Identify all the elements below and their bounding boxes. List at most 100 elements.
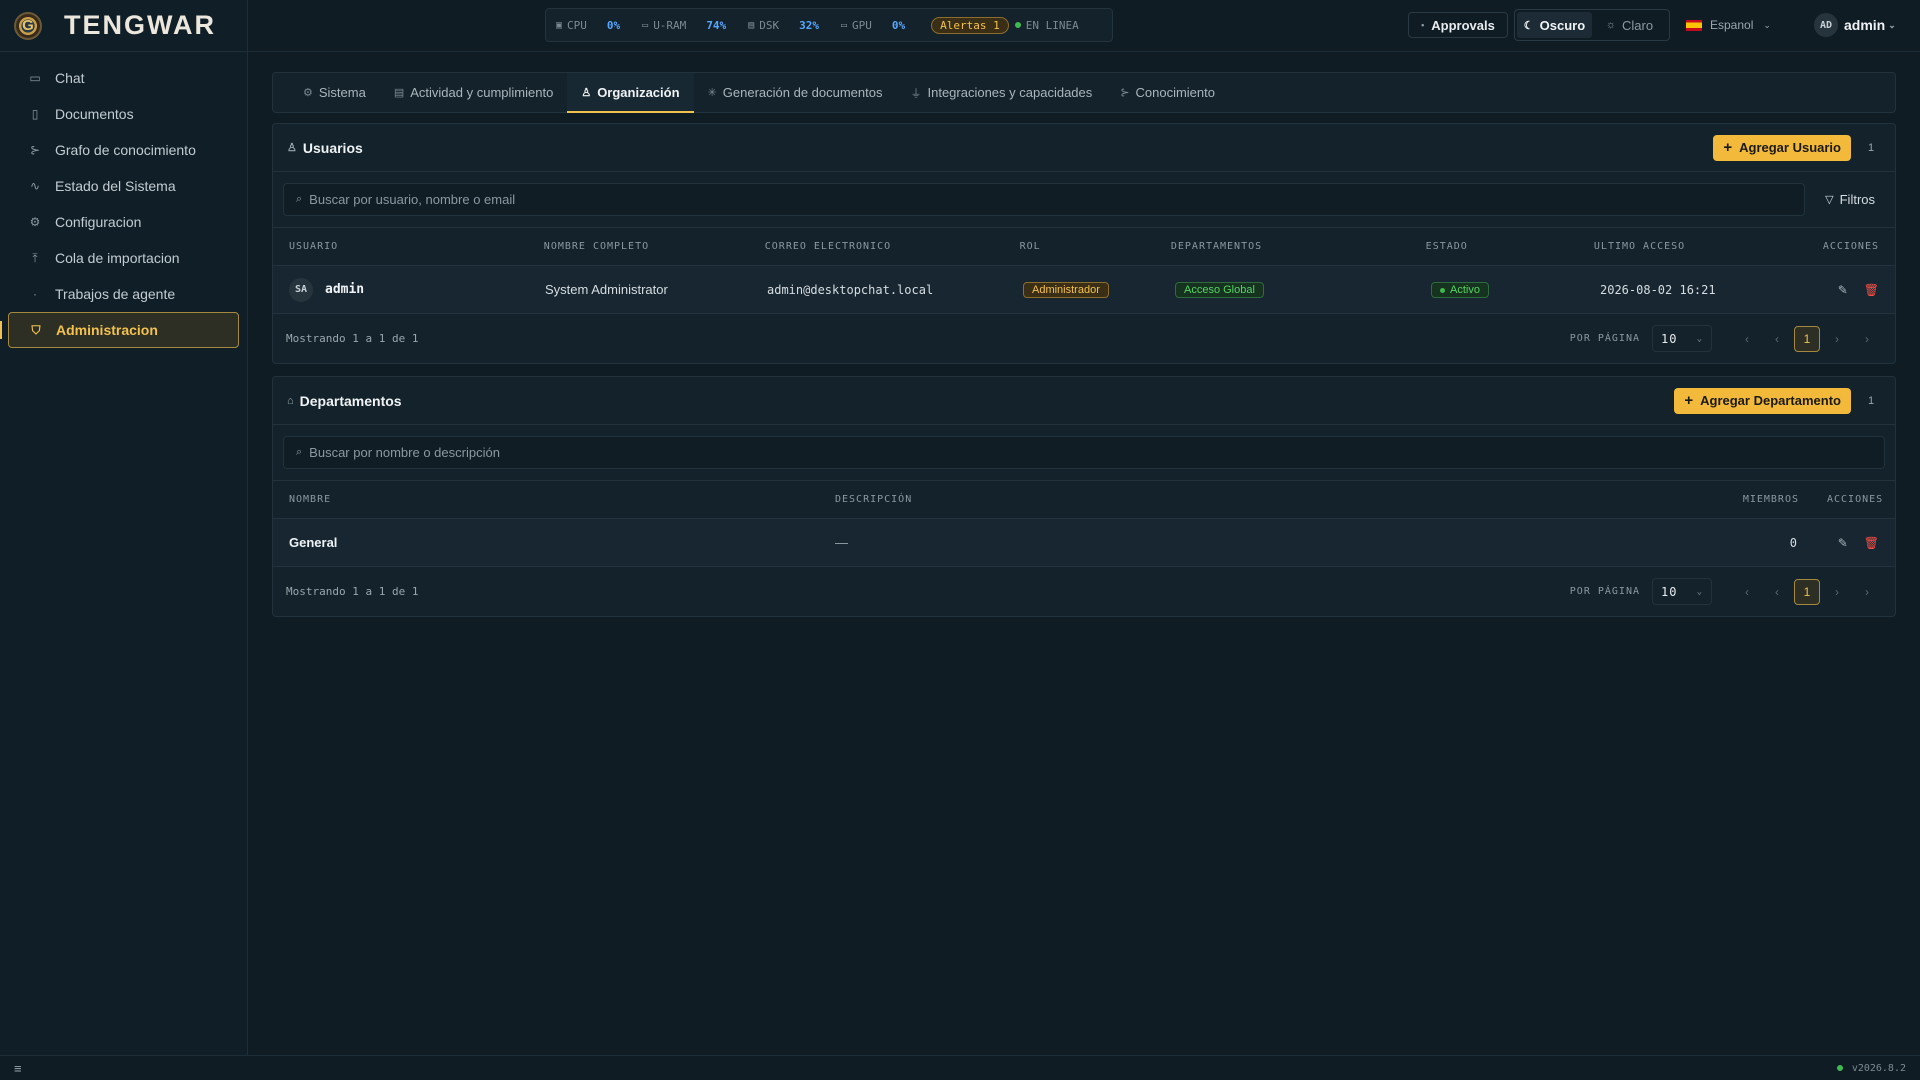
users-table-footer: Mostrando 1 a 1 de 1 POR PÁGINA 10 ⌄ ‹ ‹… bbox=[273, 314, 1895, 363]
column-header[interactable]: CORREO ELECTRONICO bbox=[749, 241, 1004, 252]
first-page-icon[interactable]: ‹ bbox=[1732, 585, 1762, 599]
departments-title-text: Departamentos bbox=[299, 392, 402, 409]
sidebar-item-trabajos[interactable]: · Trabajos de agente bbox=[8, 276, 239, 312]
tab-sistema[interactable]: ⚙ Sistema bbox=[289, 73, 380, 112]
sidebar-item-cola[interactable]: ⤒ Cola de importacion bbox=[8, 240, 239, 276]
departments-table-header: NOMBRE DESCRIPCIÓN MIEMBROS ACCIONES bbox=[273, 481, 1895, 519]
sidebar-item-configuracion[interactable]: ⚙ Configuracion bbox=[8, 204, 239, 240]
departments-card: ⌂ Departamentos + Agregar Departamento 1… bbox=[272, 376, 1896, 617]
last-page-icon[interactable]: › bbox=[1852, 585, 1882, 599]
column-header[interactable]: USUARIO bbox=[273, 241, 528, 252]
column-header[interactable]: ULTIMO ACCESO bbox=[1578, 241, 1807, 252]
chevron-down-icon: ⌄ bbox=[1763, 19, 1771, 30]
theme-toggle: ☾ Oscuro ☼ Claro bbox=[1514, 9, 1670, 41]
last-page-icon[interactable]: › bbox=[1852, 332, 1882, 346]
menu-icon[interactable]: ≡ bbox=[14, 1061, 22, 1076]
approvals-label: Approvals bbox=[1431, 17, 1495, 33]
online-status: EN LINEA bbox=[1014, 18, 1079, 32]
status-dot-icon bbox=[1440, 287, 1445, 293]
online-label: EN LINEA bbox=[1025, 18, 1079, 32]
sidebar-item-label: Grafo de conocimiento bbox=[55, 142, 196, 158]
trash-icon[interactable]: 🗑 bbox=[1864, 536, 1879, 550]
approvals-icon: • bbox=[1421, 20, 1425, 30]
next-page-icon[interactable]: › bbox=[1822, 585, 1852, 599]
sidebar-item-estado[interactable]: ∿ Estado del Sistema bbox=[8, 168, 239, 204]
column-header[interactable]: DEPARTAMENTOS bbox=[1155, 241, 1410, 252]
showing-text: Mostrando 1 a 1 de 1 bbox=[286, 585, 419, 598]
add-user-button[interactable]: + Agregar Usuario bbox=[1713, 134, 1851, 161]
column-header[interactable]: DESCRIPCIÓN bbox=[819, 494, 1721, 505]
memory-icon: ▭ bbox=[642, 19, 649, 31]
tab-organizacion[interactable]: ♙ Organización bbox=[567, 73, 694, 113]
page-button[interactable]: 1 bbox=[1794, 578, 1820, 605]
chevron-down-icon: ⌄ bbox=[1696, 586, 1703, 597]
cell-full-name: System Administrator bbox=[545, 282, 668, 297]
metric-value: 0% bbox=[891, 18, 906, 32]
next-page-icon[interactable]: › bbox=[1822, 332, 1852, 346]
sidebar-item-label: Chat bbox=[55, 70, 85, 86]
add-user-label: Agregar Usuario bbox=[1739, 140, 1841, 155]
table-row[interactable]: General — 0 ✎ 🗑 bbox=[273, 519, 1895, 567]
column-header[interactable]: MIEMBROS bbox=[1721, 494, 1811, 505]
graph-icon: ⊱ bbox=[1120, 87, 1130, 99]
approvals-button[interactable]: • Approvals bbox=[1408, 12, 1508, 38]
add-department-button[interactable]: + Agregar Departamento bbox=[1674, 387, 1851, 414]
tab-actividad[interactable]: ▤ Actividad y cumplimiento bbox=[380, 73, 567, 112]
users-search-input[interactable]: ⌕ Buscar por usuario, nombre o email bbox=[283, 183, 1806, 216]
sidebar-item-chat[interactable]: ▭ Chat bbox=[8, 60, 239, 96]
theme-light-button[interactable]: ☼ Claro bbox=[1592, 12, 1667, 38]
chat-icon: ▭ bbox=[29, 71, 41, 85]
column-header[interactable]: ESTADO bbox=[1410, 241, 1578, 252]
sidebar-item-documentos[interactable]: ▯ Documentos bbox=[8, 96, 239, 132]
activity-icon: ∿ bbox=[29, 179, 41, 193]
column-header[interactable]: NOMBRE COMPLETO bbox=[528, 241, 749, 252]
edit-icon[interactable]: ✎ bbox=[1838, 283, 1848, 297]
language-select[interactable]: Espanol ⌄ bbox=[1686, 12, 1784, 38]
metric-label: U-RAM bbox=[653, 18, 687, 32]
tab-integraciones[interactable]: ⏚ Integraciones y capacidades bbox=[896, 73, 1106, 112]
filters-button[interactable]: ▽ Filtros bbox=[1825, 192, 1875, 207]
tab-generacion[interactable]: ✳ Generación de documentos bbox=[694, 73, 897, 112]
per-page-label: POR PÁGINA bbox=[1569, 586, 1640, 597]
column-header[interactable]: NOMBRE bbox=[273, 494, 819, 505]
tab-label: Generación de documentos bbox=[722, 85, 883, 100]
theme-light-label: Claro bbox=[1622, 17, 1654, 33]
plug-icon: ⏚ bbox=[910, 87, 922, 100]
building-icon: ⌂ bbox=[287, 394, 294, 407]
user-menu[interactable]: AD admin ⌄ bbox=[1814, 10, 1896, 40]
tab-conocimiento[interactable]: ⊱ Conocimiento bbox=[1106, 73, 1229, 112]
sidebar-item-grafo[interactable]: ⊱ Grafo de conocimiento bbox=[8, 132, 239, 168]
logo-icon[interactable]: G bbox=[14, 11, 42, 40]
theme-dark-button[interactable]: ☾ Oscuro bbox=[1517, 12, 1592, 38]
trash-icon[interactable]: 🗑 bbox=[1864, 283, 1879, 297]
metric-label: CPU bbox=[567, 18, 587, 32]
page-button[interactable]: 1 bbox=[1794, 325, 1820, 352]
table-row[interactable]: SA admin System Administrator admin@desk… bbox=[273, 266, 1895, 314]
column-header: ACCIONES bbox=[1822, 241, 1879, 252]
per-page-select[interactable]: 10 ⌄ bbox=[1652, 325, 1712, 352]
departments-table-footer: Mostrando 1 a 1 de 1 POR PÁGINA 10 ⌄ ‹ ‹… bbox=[273, 567, 1895, 616]
alerts-badge[interactable]: Alertas 1 bbox=[931, 16, 1009, 34]
prev-page-icon[interactable]: ‹ bbox=[1762, 585, 1792, 599]
tab-label: Integraciones y capacidades bbox=[927, 85, 1093, 100]
cell-email: admin@desktopchat.local bbox=[767, 282, 934, 297]
cell-description: — bbox=[835, 535, 848, 550]
cell-department: Acceso Global bbox=[1159, 281, 1415, 298]
departments-search-input[interactable]: ⌕ Buscar por nombre o descripción bbox=[283, 436, 1885, 469]
edit-icon[interactable]: ✎ bbox=[1838, 536, 1848, 550]
sidebar-item-label: Documentos bbox=[55, 106, 134, 122]
search-placeholder: Buscar por usuario, nombre o email bbox=[309, 192, 516, 207]
role-badge: Administrador bbox=[1023, 282, 1109, 298]
avatar: AD bbox=[1814, 13, 1838, 37]
sidebar-item-administracion[interactable]: ⛉ Administracion bbox=[0, 312, 239, 348]
column-header[interactable]: ROL bbox=[1004, 241, 1155, 252]
sun-icon: ☼ bbox=[1605, 19, 1616, 31]
language-label: Espanol bbox=[1710, 18, 1754, 32]
avatar: SA bbox=[289, 277, 313, 302]
user-icon: ♙ bbox=[287, 142, 297, 154]
first-page-icon[interactable]: ‹ bbox=[1732, 332, 1762, 346]
prev-page-icon[interactable]: ‹ bbox=[1762, 332, 1792, 346]
plus-icon: + bbox=[1684, 392, 1694, 409]
sparkle-icon: ✳ bbox=[707, 87, 717, 99]
per-page-select[interactable]: 10 ⌄ bbox=[1652, 578, 1712, 605]
